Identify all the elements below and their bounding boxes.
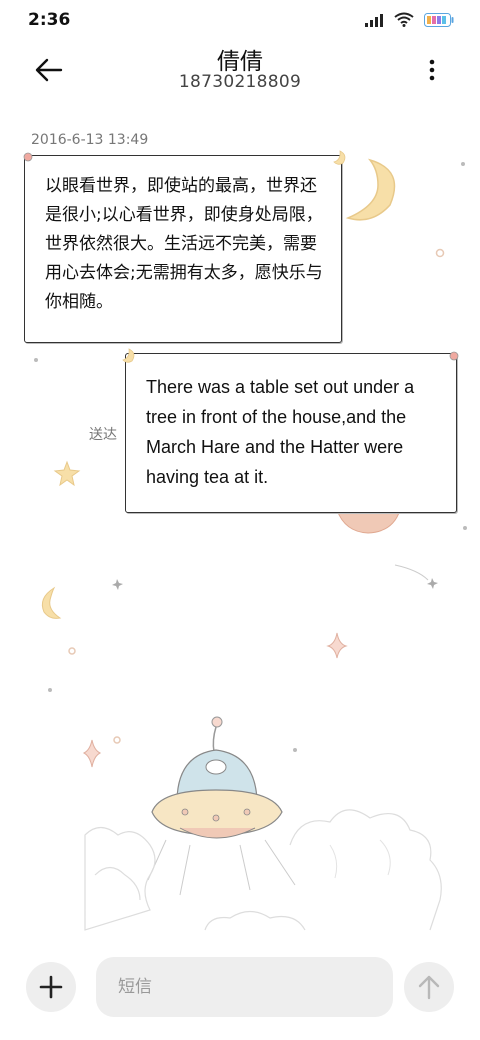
conversation-header: 倩倩 18730218809	[0, 40, 480, 100]
message-timestamp: 2016-6-13 13:49	[31, 132, 149, 148]
more-vertical-icon	[429, 59, 435, 81]
message-input[interactable]	[96, 957, 393, 1017]
messaging-screen: 2:36 倩倩 18730218809 2016-6-13 13:49 以眼看世…	[0, 0, 480, 1040]
arrow-up-icon	[418, 975, 440, 1000]
delivery-status: 送达	[89, 427, 117, 443]
send-button[interactable]	[404, 962, 454, 1012]
moon-corner-icon	[122, 348, 135, 363]
add-attachment-button[interactable]	[26, 962, 76, 1012]
bubble-corner-decoration-icon	[23, 152, 33, 162]
contact-phone-number: 18730218809	[178, 72, 302, 92]
bubble-corner-decoration-icon	[449, 351, 459, 361]
plus-icon	[39, 975, 63, 999]
received-message-bubble[interactable]: 以眼看世界，即使站的最高，世界还是很小;以心看世界，即使身处局限，世界依然很大。…	[23, 150, 346, 343]
signal-icon	[364, 12, 384, 31]
status-bar: 2:36	[0, 0, 480, 40]
moon-corner-icon	[333, 150, 346, 165]
more-options-button[interactable]	[428, 58, 436, 84]
status-icons	[364, 12, 454, 31]
sent-message-bubble[interactable]: There was a table set out under a tree i…	[122, 348, 459, 513]
battery-icon	[424, 12, 454, 31]
received-message-text: 以眼看世界，即使站的最高，世界还是很小;以心看世界，即使身处局限，世界依然很大。…	[45, 176, 323, 312]
contact-name: 倩倩	[217, 49, 263, 75]
sent-message-text: There was a table set out under a tree i…	[146, 377, 415, 487]
wifi-icon	[394, 12, 414, 31]
status-time: 2:36	[28, 10, 71, 30]
